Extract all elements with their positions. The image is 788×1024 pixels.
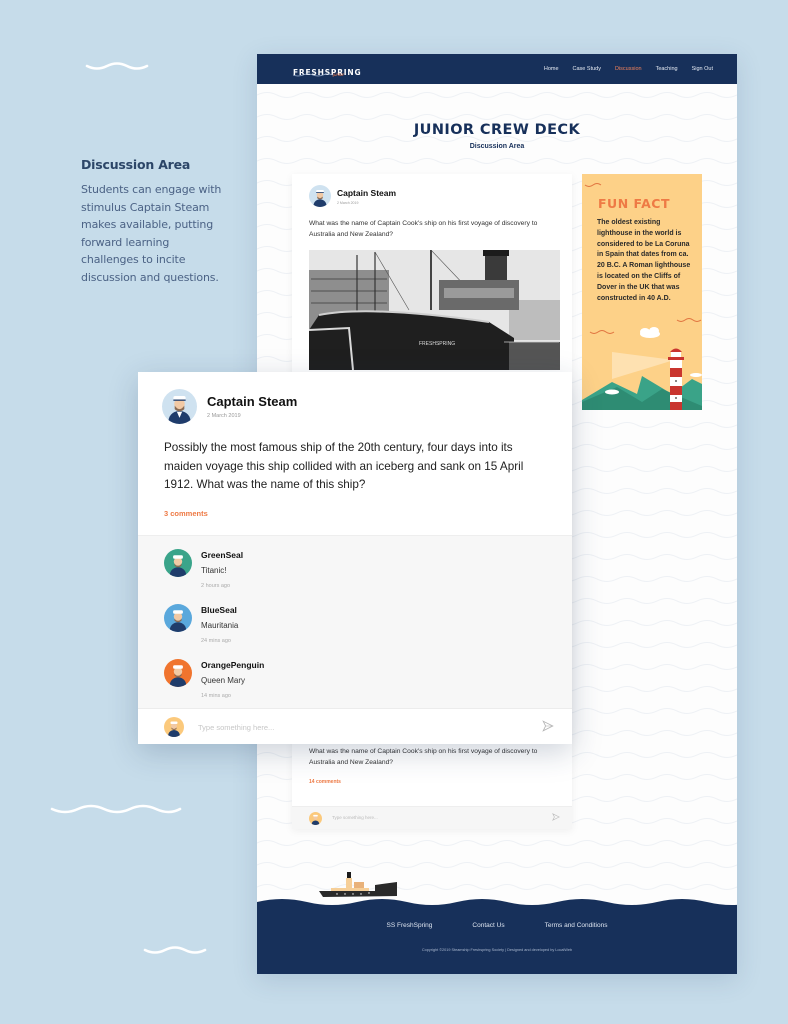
comment-input-bar xyxy=(138,708,572,744)
nav-sign-out[interactable]: Sign Out xyxy=(692,66,713,72)
logo[interactable]: FRESHSPRING junior xyxy=(293,62,361,80)
hull-name: FRESHSPRING xyxy=(419,341,455,347)
nav-home[interactable]: Home xyxy=(544,66,559,72)
second-post-comment-input[interactable]: Type something here... xyxy=(332,815,378,820)
navbar: FRESHSPRING junior Home Case Study Discu… xyxy=(257,54,737,84)
post-date: 2 March 2019 xyxy=(207,413,241,419)
fun-fact-card: FUN FACT The oldest existing lighthouse … xyxy=(582,174,702,410)
decorative-wave-icon xyxy=(85,62,149,70)
blueseal-avatar-icon xyxy=(164,604,192,632)
second-post-comment-bar: Type something here... xyxy=(292,806,572,829)
comment-time: 24 mins ago xyxy=(201,638,231,644)
post-date: 2 March 2019 xyxy=(337,201,359,205)
page-title: JUNIOR CREW DECK xyxy=(413,122,581,138)
fun-fact-title: FUN FACT xyxy=(598,196,670,211)
nav-case-study[interactable]: Case Study xyxy=(573,66,601,72)
greenseal-avatar-icon xyxy=(164,549,192,577)
comment-item: OrangePenguin Queen Mary 14 mins ago xyxy=(164,658,544,710)
footer: SS FreshSpring Contact Us Terms and Cond… xyxy=(257,904,737,974)
user-avatar-icon xyxy=(309,812,322,825)
decorative-wave-icon xyxy=(143,946,207,954)
comment-time: 2 hours ago xyxy=(201,583,231,589)
send-icon[interactable] xyxy=(552,813,560,821)
comment-input[interactable] xyxy=(198,719,518,735)
page-subtitle: Discussion Area xyxy=(469,143,525,150)
orangepenguin-avatar-icon xyxy=(164,659,192,687)
captain-avatar-icon xyxy=(162,389,197,424)
comment-text: Mauritania xyxy=(201,621,239,630)
discussion-post-popup: Captain Steam 2 March 2019 Possibly the … xyxy=(138,372,572,744)
comment-text: Queen Mary xyxy=(201,676,246,685)
side-caption: Discussion Area Students can engage with… xyxy=(81,157,226,287)
footer-link-terms[interactable]: Terms and Conditions xyxy=(545,922,608,929)
post-question: What was the name of Captain Cook's ship… xyxy=(309,220,538,238)
avatar xyxy=(309,812,322,825)
comment-author[interactable]: BlueSeal xyxy=(201,605,237,615)
comments-list: GreenSeal Titanic! 2 hours ago BlueSeal … xyxy=(138,535,572,708)
avatar xyxy=(164,604,192,632)
comment-author[interactable]: OrangePenguin xyxy=(201,660,264,670)
nav-teaching[interactable]: Teaching xyxy=(656,66,678,72)
footer-link-ss-freshspring[interactable]: SS FreshSpring xyxy=(387,922,433,929)
comments-count-link[interactable]: 3 comments xyxy=(164,509,208,518)
avatar xyxy=(164,549,192,577)
send-icon[interactable] xyxy=(542,720,554,732)
caption-body: Students can engage with stimulus Captai… xyxy=(81,183,222,284)
post-author[interactable]: Captain Steam xyxy=(337,188,396,198)
second-post-question: What was the name of Captain Cook's ship… xyxy=(309,748,538,766)
nav-links: Home Case Study Discussion Teaching Sign… xyxy=(544,54,713,84)
captain-avatar-icon xyxy=(309,185,331,207)
fun-fact-text: The oldest existing lighthouse in the wo… xyxy=(597,219,691,302)
caption-title: Discussion Area xyxy=(81,157,191,172)
comment-text: Titanic! xyxy=(201,566,227,575)
user-avatar-icon xyxy=(164,717,184,737)
post-author[interactable]: Captain Steam xyxy=(207,394,297,409)
comment-item: BlueSeal Mauritania 24 mins ago xyxy=(164,603,544,655)
comment-item: GreenSeal Titanic! 2 hours ago xyxy=(164,548,544,600)
avatar xyxy=(309,185,331,207)
avatar xyxy=(162,389,197,424)
footer-links: SS FreshSpring Contact Us Terms and Cond… xyxy=(257,922,737,929)
logo-wave-icon xyxy=(293,73,334,77)
nav-discussion[interactable]: Discussion xyxy=(615,66,642,72)
ship-photo-image: FRESHSPRING xyxy=(309,250,560,370)
ship-photo: FRESHSPRING xyxy=(309,250,560,370)
logo-subtext: junior xyxy=(333,72,345,77)
footer-copyright: Copyright ©2019 Steamship Freshspring So… xyxy=(421,948,573,952)
post-question: Possibly the most famous ship of the 20t… xyxy=(164,441,524,491)
avatar xyxy=(164,659,192,687)
second-post-comments-link[interactable]: 14 comments xyxy=(309,779,341,785)
footer-link-contact-us[interactable]: Contact Us xyxy=(472,922,504,929)
comment-author[interactable]: GreenSeal xyxy=(201,550,243,560)
decorative-wave-icon xyxy=(50,804,182,814)
avatar xyxy=(164,717,184,737)
comment-time: 14 mins ago xyxy=(201,693,231,699)
